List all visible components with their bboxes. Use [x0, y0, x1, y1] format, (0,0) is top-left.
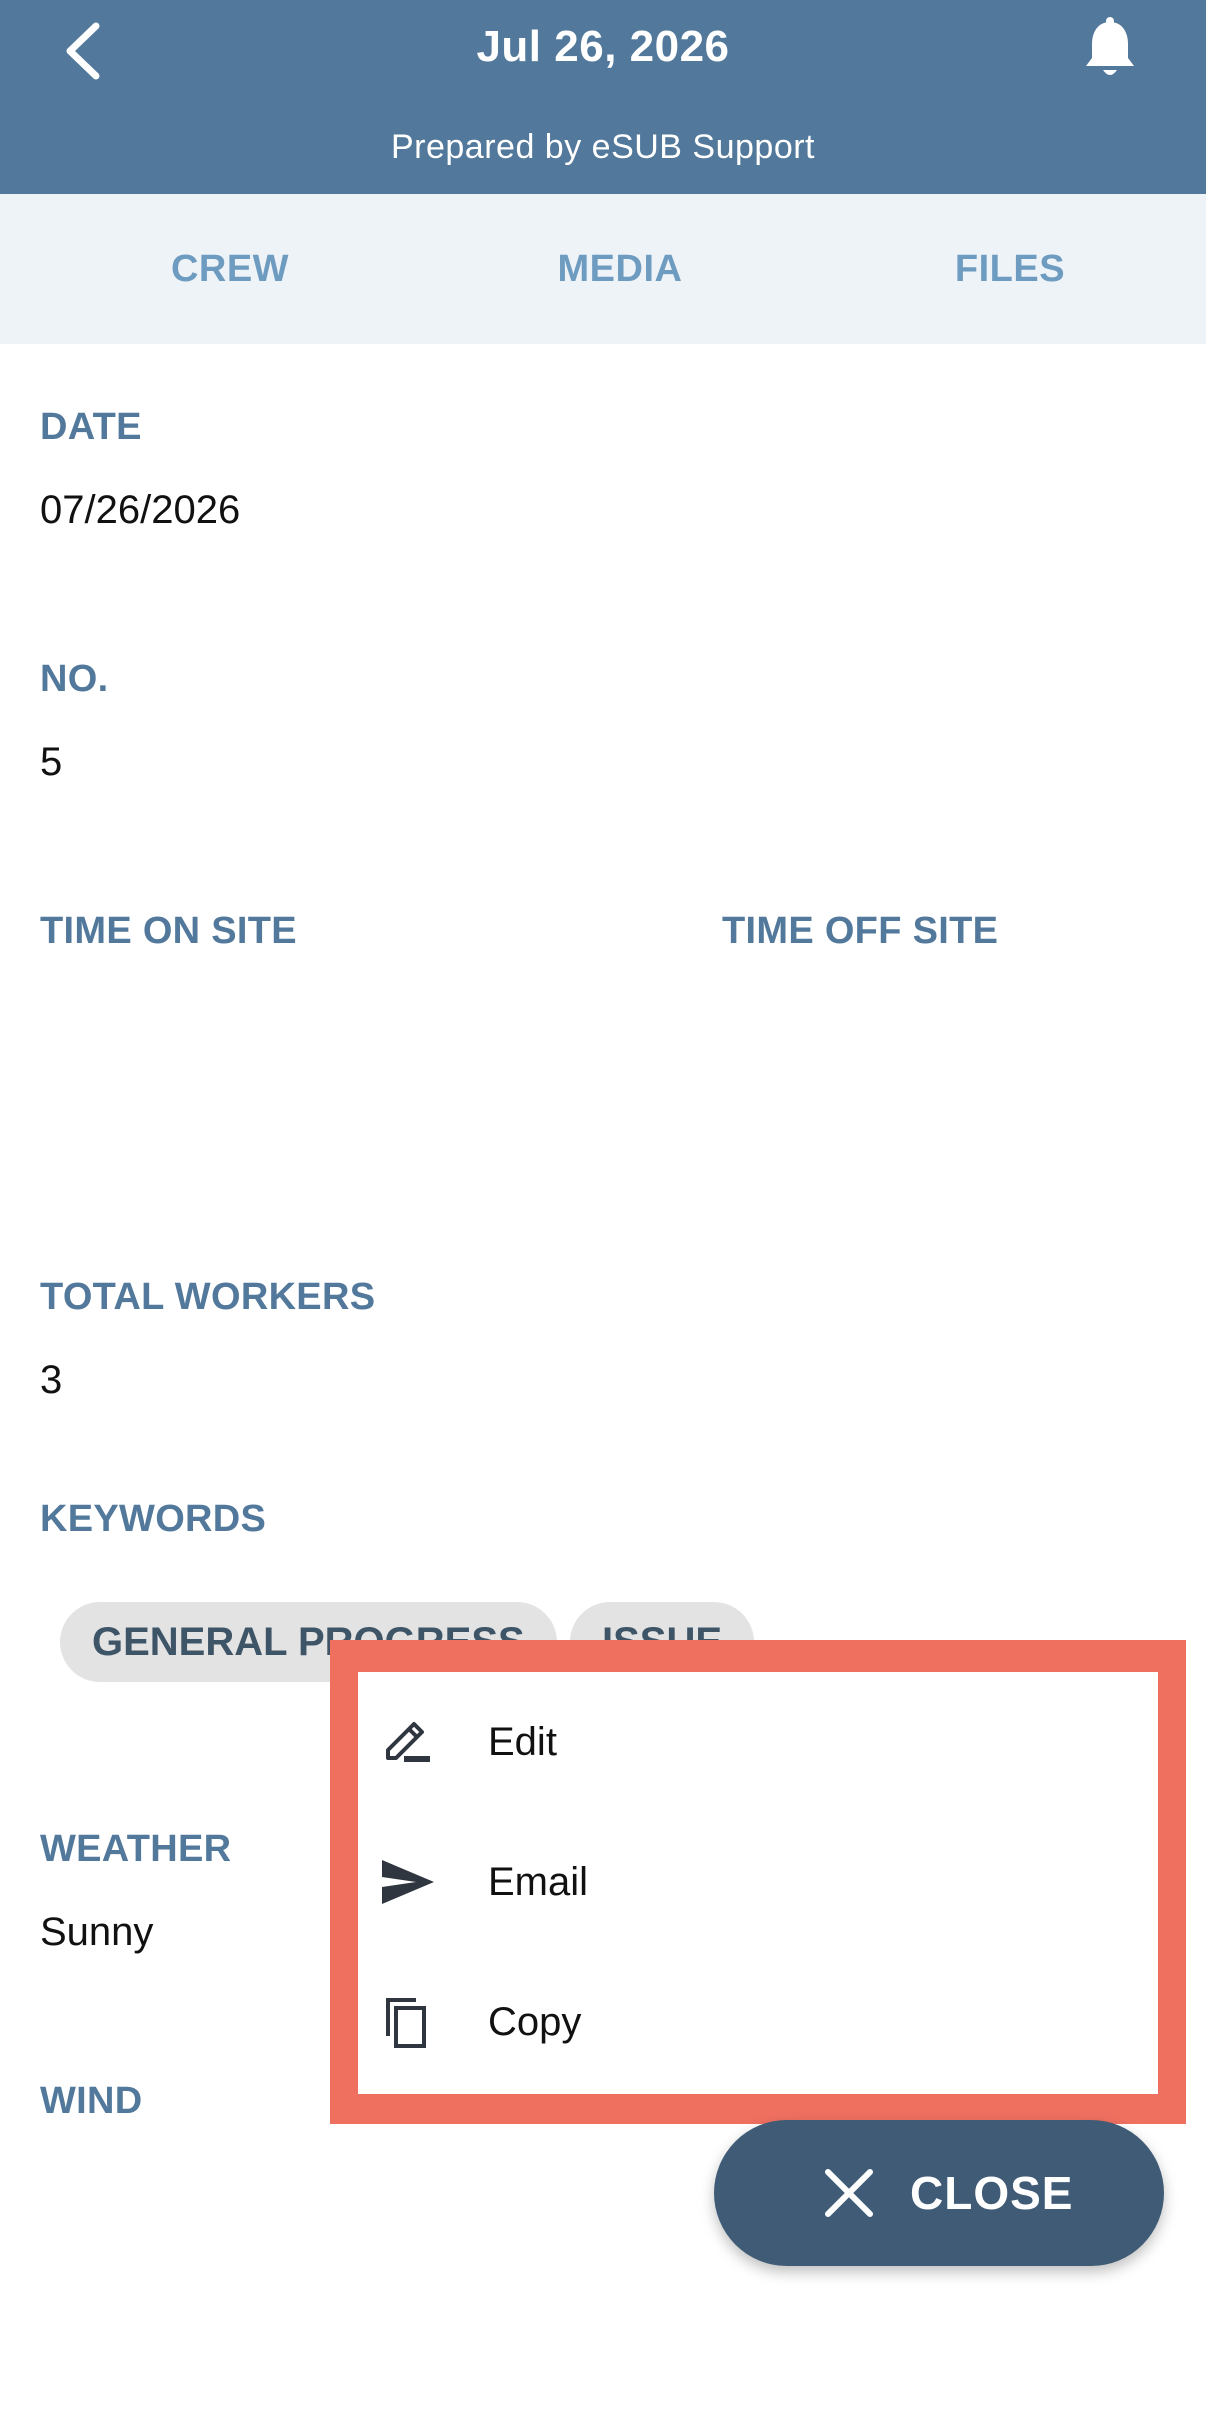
date-value: 07/26/2026	[40, 488, 241, 532]
tab-bar: CREW MEDIA FILES	[0, 194, 1206, 344]
weather-value: Sunny	[40, 1910, 154, 1954]
action-menu: Edit Email Copy	[358, 1672, 1158, 2094]
time-on-site-label: TIME ON SITE	[40, 910, 297, 952]
edit-pencil-icon	[386, 1722, 430, 1762]
close-button-label: CLOSE	[910, 2167, 1074, 2219]
wind-label: WIND	[40, 2080, 143, 2122]
app-header: Jul 26, 2026 Prepared by eSUB Support	[0, 0, 1206, 194]
tab-crew[interactable]: CREW	[30, 194, 430, 344]
menu-item-email[interactable]: Email	[358, 1812, 1158, 1952]
keywords-label: KEYWORDS	[40, 1498, 267, 1540]
menu-item-email-label: Email	[488, 1860, 589, 1904]
close-button[interactable]: CLOSE	[714, 2120, 1164, 2266]
menu-item-edit-label: Edit	[488, 1720, 557, 1764]
menu-item-copy-label: Copy	[488, 2000, 582, 2044]
weather-label: WEATHER	[40, 1828, 232, 1870]
menu-item-copy[interactable]: Copy	[358, 1952, 1158, 2092]
send-icon	[382, 1860, 434, 1904]
number-value: 5	[40, 740, 63, 784]
tab-files[interactable]: FILES	[810, 194, 1206, 344]
page-title: Jul 26, 2026	[476, 22, 730, 71]
close-icon	[825, 2169, 873, 2217]
notifications-button[interactable]	[1080, 14, 1140, 84]
page-subtitle: Prepared by eSUB Support	[390, 128, 816, 166]
total-workers-label: TOTAL WORKERS	[40, 1276, 376, 1318]
date-label: DATE	[40, 406, 142, 448]
total-workers-value: 3	[40, 1358, 63, 1402]
bell-icon	[1086, 17, 1134, 75]
menu-item-edit[interactable]: Edit	[358, 1672, 1158, 1812]
number-label: NO.	[40, 658, 109, 700]
tab-media[interactable]: MEDIA	[420, 194, 820, 344]
copy-icon	[386, 1998, 426, 2048]
time-off-site-label: TIME OFF SITE	[722, 910, 999, 952]
